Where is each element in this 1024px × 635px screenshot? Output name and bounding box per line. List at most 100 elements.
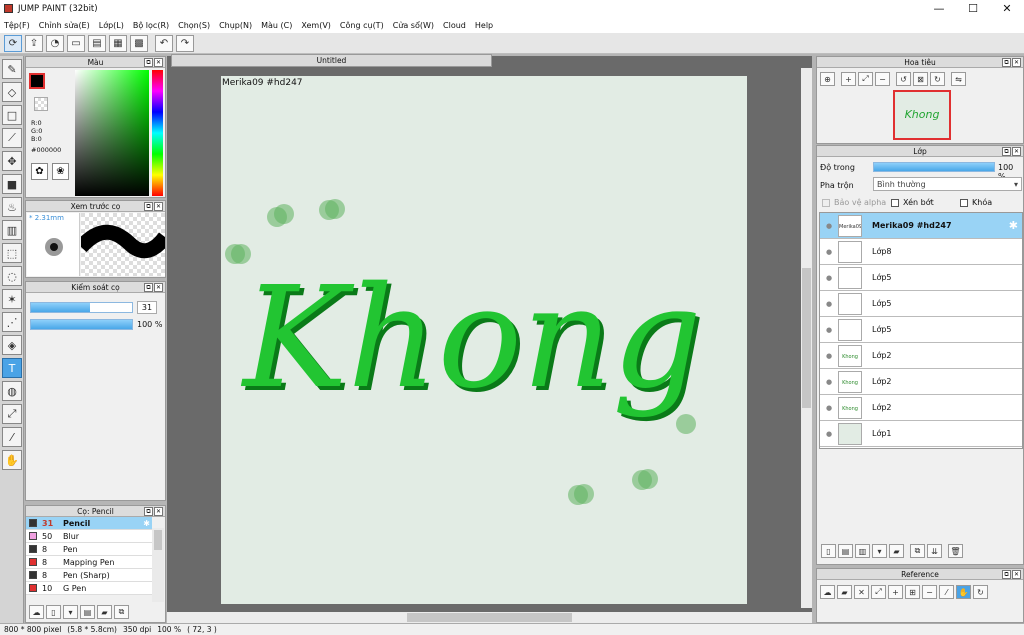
rect-select-tool-icon[interactable]: ⬚ <box>2 243 22 263</box>
minimize-button[interactable]: — <box>922 0 956 17</box>
new-layer-icon[interactable]: ▯ <box>821 544 836 558</box>
layer-item[interactable]: ● Lớp5 <box>820 265 1022 291</box>
copy-brush-icon[interactable]: ▤ <box>80 605 95 619</box>
float-icon[interactable]: ⧉ <box>144 507 153 516</box>
comment-icon[interactable]: ◔ <box>46 34 64 52</box>
close-icon[interactable]: ✕ <box>154 507 163 516</box>
zoom-in-icon[interactable]: + <box>841 72 856 86</box>
duplicate-brush-icon[interactable]: ⧉ <box>114 605 129 619</box>
gear-icon[interactable]: ✱ <box>1009 219 1018 232</box>
menu-select[interactable]: Chọn(S) <box>178 21 210 30</box>
brush-list-scrollbar[interactable] <box>152 528 164 602</box>
fit-icon[interactable]: ⤢ <box>871 585 886 599</box>
menu-layer[interactable]: Lớp(L) <box>99 21 124 30</box>
layer-item[interactable]: ● Lớp1 <box>820 421 1022 447</box>
menu-window[interactable]: Cửa sổ(W) <box>393 21 434 30</box>
float-icon[interactable]: ⧉ <box>144 283 153 292</box>
rotate-right-icon[interactable]: ↻ <box>930 72 945 86</box>
layer-item[interactable]: ●Merika09 #hd247Merika09 #hd247✱ <box>820 213 1022 239</box>
menu-filter[interactable]: Bộ lọc(R) <box>133 21 169 30</box>
menu-help[interactable]: Help <box>475 21 493 30</box>
select-pen-tool-icon[interactable]: ⋰ <box>2 312 22 332</box>
brush-item-pencil[interactable]: 31 Pencil ✱ <box>26 517 152 530</box>
foreground-color-swatch[interactable] <box>29 73 45 89</box>
brush-size-slider[interactable] <box>30 302 133 313</box>
brush-item-g-pen[interactable]: 10 G Pen <box>26 582 152 595</box>
gradient-tool-icon[interactable]: ▥ <box>2 220 22 240</box>
visibility-icon[interactable]: ● <box>820 248 838 256</box>
visibility-icon[interactable]: ● <box>820 430 838 438</box>
menu-capture[interactable]: Chụp(N) <box>219 21 252 30</box>
drawing-canvas[interactable]: Khong ^^ Khong ^^ <box>221 76 985 604</box>
layer-item[interactable]: ● Khong Lớp2 <box>820 343 1022 369</box>
lasso-tool-icon[interactable]: ◌ <box>2 266 22 286</box>
float-icon[interactable]: ⧉ <box>1002 570 1011 579</box>
blend-mode-select[interactable]: Bình thường ▾ <box>873 177 1022 191</box>
color-saturation-picker[interactable] <box>75 70 149 196</box>
background-color-swatch[interactable] <box>34 97 48 111</box>
float-icon[interactable]: ⧉ <box>1002 147 1011 156</box>
open-folder-icon[interactable]: ▰ <box>837 585 852 599</box>
move-tool-icon[interactable]: ✥ <box>2 151 22 171</box>
float-icon[interactable]: ⧉ <box>144 58 153 67</box>
close-button[interactable]: ✕ <box>990 0 1024 17</box>
horizontal-scrollbar[interactable] <box>167 612 812 623</box>
close-icon[interactable]: ✕ <box>1012 570 1021 579</box>
new-raster-layer-icon[interactable]: ▤ <box>838 544 853 558</box>
hand-icon[interactable]: ✋ <box>956 585 971 599</box>
zoom-in-icon[interactable]: + <box>888 585 903 599</box>
layer-opacity-slider[interactable] <box>873 162 995 172</box>
close-icon[interactable]: ✕ <box>154 58 163 67</box>
layer-item[interactable]: ● Lớp8 <box>820 239 1022 265</box>
undo-icon[interactable]: ↶ <box>155 34 173 52</box>
close-reference-icon[interactable]: ✕ <box>854 585 869 599</box>
layer-item[interactable]: ● Khong Lớp2 <box>820 395 1022 421</box>
close-icon[interactable]: ✕ <box>154 283 163 292</box>
rectangle-tool-icon[interactable]: □ <box>2 105 22 125</box>
visibility-icon[interactable]: ● <box>820 300 838 308</box>
menu-file[interactable]: Tệp(F) <box>4 21 30 30</box>
menu-color[interactable]: Màu (C) <box>261 21 292 30</box>
new-brush-icon[interactable]: ▯ <box>46 605 61 619</box>
menu-view[interactable]: Xem(V) <box>301 21 331 30</box>
line-tool-icon[interactable]: ⟋ <box>2 128 22 148</box>
maximize-button[interactable]: ☐ <box>956 0 990 17</box>
chat-icon[interactable]: ▭ <box>67 34 85 52</box>
brush-item-mapping-pen[interactable]: 8 Mapping Pen <box>26 556 152 569</box>
eyedropper-icon[interactable]: ⁄ <box>939 585 954 599</box>
bucket-tool-icon[interactable]: ♨ <box>2 197 22 217</box>
visibility-icon[interactable]: ● <box>820 274 838 282</box>
brush-size-input[interactable]: 31 <box>137 301 157 314</box>
duplicate-layer-icon[interactable]: ⧉ <box>910 544 925 558</box>
menu-cloud[interactable]: Cloud <box>443 21 466 30</box>
new-layer-menu-icon[interactable]: ▾ <box>872 544 887 558</box>
menu-tools[interactable]: Công cụ(T) <box>340 21 384 30</box>
close-icon[interactable]: ✕ <box>154 202 163 211</box>
magic-wand-tool-icon[interactable]: ✶ <box>2 289 22 309</box>
float-icon[interactable]: ⧉ <box>1002 58 1011 67</box>
layer-folder-icon[interactable]: ▰ <box>889 544 904 558</box>
zoom-icon[interactable]: ⊕ <box>820 72 835 86</box>
color-set-icon[interactable]: ❀ <box>52 163 69 180</box>
reset-view-icon[interactable]: ⊠ <box>913 72 928 86</box>
lock-checkbox[interactable]: Khóa <box>960 198 992 207</box>
layer-item[interactable]: ● Khong Lớp2 <box>820 369 1022 395</box>
redo-icon[interactable]: ↷ <box>176 34 194 52</box>
shape-tool-icon[interactable]: ◍ <box>2 381 22 401</box>
layer-item[interactable]: ● Lớp5 <box>820 317 1022 343</box>
zoom-out-icon[interactable]: − <box>922 585 937 599</box>
grid-icon[interactable]: ▩ <box>130 34 148 52</box>
navigator-thumbnail[interactable]: Khong <box>893 90 951 140</box>
document-tab[interactable]: Untitled <box>171 54 492 67</box>
hue-slider[interactable] <box>152 70 163 196</box>
eyedropper-tool-icon[interactable]: ⤢ <box>2 404 22 424</box>
select-eraser-tool-icon[interactable]: ◈ <box>2 335 22 355</box>
layer-item[interactable]: ● Lớp5 <box>820 291 1022 317</box>
float-icon[interactable]: ⧉ <box>144 202 153 211</box>
hand-tool-icon[interactable]: ✋ <box>2 450 22 470</box>
page-icon[interactable]: ▤ <box>88 34 106 52</box>
rotate-left-icon[interactable]: ↺ <box>896 72 911 86</box>
brush-tool-icon[interactable]: ✎ <box>2 59 22 79</box>
visibility-icon[interactable]: ● <box>820 326 838 334</box>
vertical-scrollbar[interactable] <box>801 68 812 608</box>
